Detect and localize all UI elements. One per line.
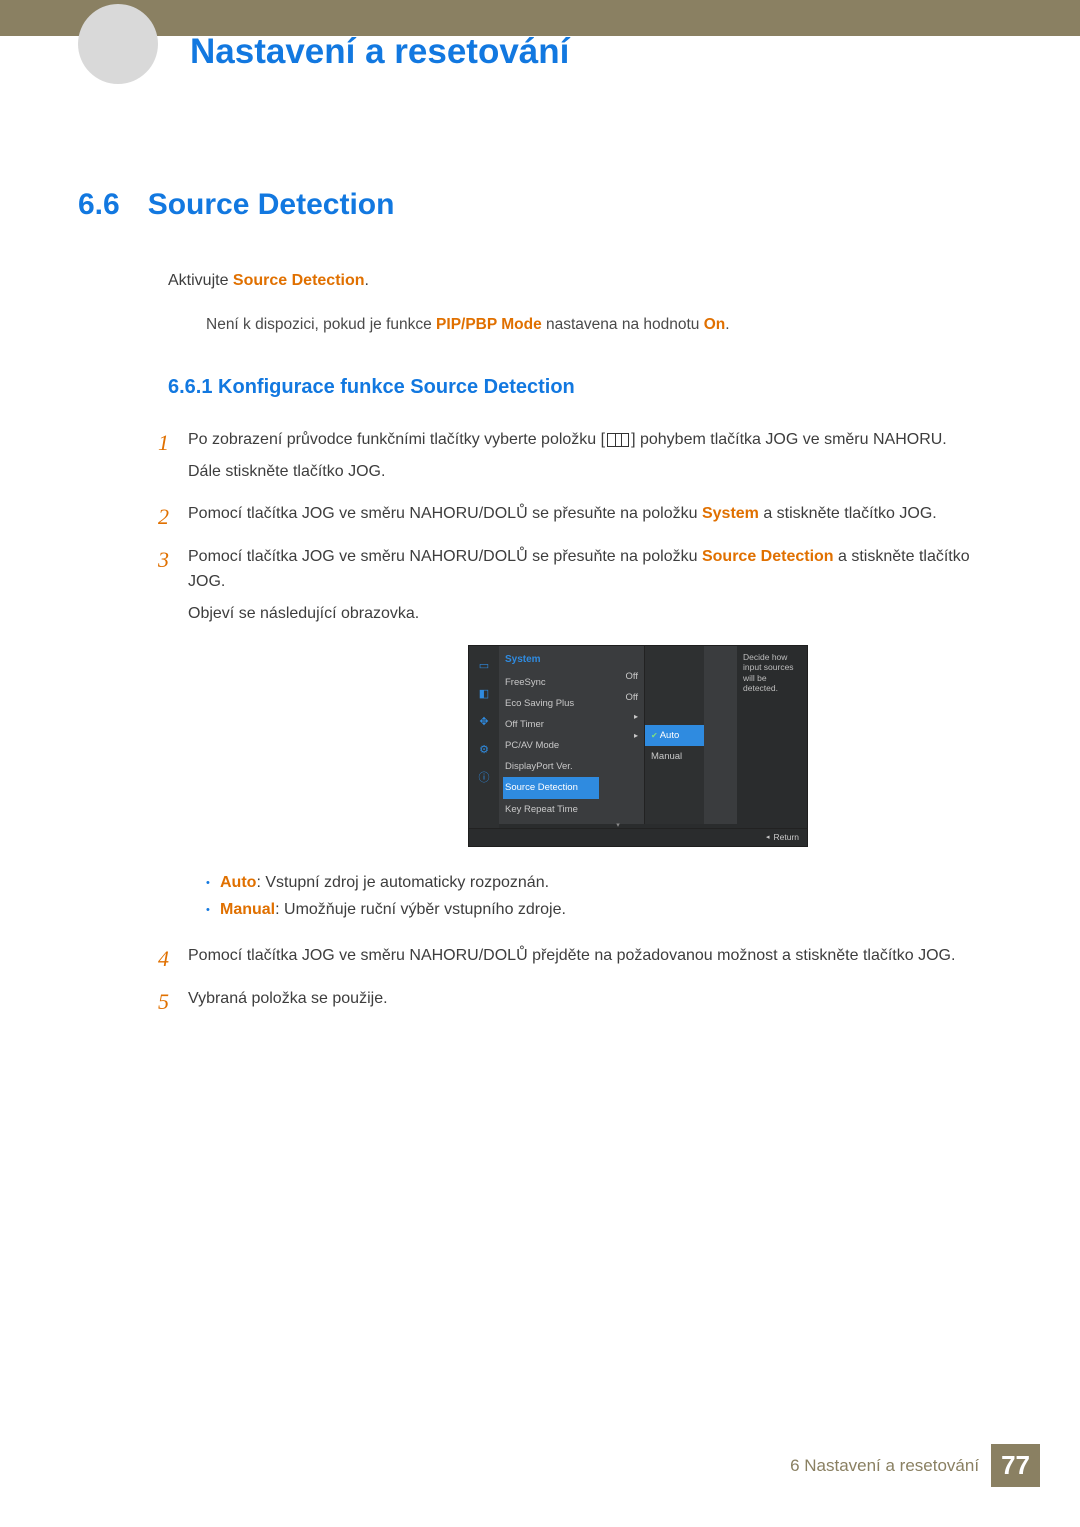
osd-val-freesync: Off [599, 666, 638, 687]
step4-text: Pomocí tlačítka JOG ve směru NAHORU/DOLŮ… [188, 943, 998, 969]
step2-hl: System [702, 505, 759, 522]
step-5: 5 Vybraná položka se použije. [158, 984, 998, 1019]
subsection-heading: 6.6.1 Konfigurace funkce Source Detectio… [168, 376, 998, 399]
caret-icon: ▸ [599, 708, 638, 727]
osd-main: ▭ ◧ ✥ ⚙ ⓘ System FreeSync Eco Sa [469, 646, 807, 828]
chapter-title: Nastavení a resetování [190, 32, 569, 72]
step-4: 4 Pomocí tlačítka JOG ve směru NAHORU/DO… [158, 941, 998, 976]
bullet-auto: Auto: Vstupní zdroj je automaticky rozpo… [206, 869, 998, 896]
note-mid: nastavena na hodnotu [542, 316, 704, 333]
bullet-auto-hl: Auto [220, 874, 256, 891]
step1-a-pre: Po zobrazení průvodce funkčními tlačítky… [188, 431, 605, 448]
osd-row-keyrepeat: Key Repeat Time [505, 802, 578, 817]
step3-hl: Source Detection [702, 548, 834, 565]
submenu-auto-label: Auto [660, 730, 680, 741]
osd-submenu: ✔Auto Manual [644, 646, 704, 824]
step-number: 3 [158, 542, 188, 933]
bullet-auto-txt: : Vstupní zdroj je automaticky rozpoznán… [256, 874, 549, 891]
step-number: 4 [158, 941, 188, 976]
check-icon: ✔ [651, 731, 658, 740]
menu-icon [607, 433, 629, 447]
submenu-manual: Manual [645, 746, 704, 767]
osd-row-offtimer: Off Timer [505, 717, 544, 732]
back-icon: ◂ [766, 832, 770, 843]
intro-highlight: Source Detection [233, 272, 365, 289]
step-2: 2 Pomocí tlačítka JOG ve směru NAHORU/DO… [158, 499, 998, 534]
note-hl2: On [704, 316, 726, 333]
step-number: 2 [158, 499, 188, 534]
osd-center: System FreeSync Eco Saving Plus Off Time… [499, 646, 737, 828]
step1-a-post: ] pohybem tlačítka JOG ve směru NAHORU. [631, 431, 947, 448]
bullet-manual-hl: Manual [220, 901, 275, 918]
chapter-badge [78, 4, 158, 84]
section-heading: 6.6 Source Detection [78, 188, 998, 222]
display-icon: ✥ [476, 716, 492, 730]
osd-row-eco: Eco Saving Plus [505, 696, 574, 711]
step3-b: Objeví se následující obrazovka. [188, 601, 998, 627]
osd-screenshot: ▭ ◧ ✥ ⚙ ⓘ System FreeSync Eco Sa [278, 645, 998, 847]
step-3: 3 Pomocí tlačítka JOG ve směru NAHORU/DO… [158, 542, 998, 933]
osd-values-col: Off Off ▸ ▸ [599, 646, 644, 824]
step-number: 5 [158, 984, 188, 1019]
page-number: 77 [991, 1444, 1040, 1487]
step3-pre: Pomocí tlačítka JOG ve směru NAHORU/DOLŮ… [188, 548, 702, 565]
step-body: Pomocí tlačítka JOG ve směru NAHORU/DOLŮ… [188, 941, 998, 976]
osd-menu: ▭ ◧ ✥ ⚙ ⓘ System FreeSync Eco Sa [468, 645, 808, 847]
note-hl1: PIP/PBP Mode [436, 316, 542, 333]
step1-b: Dále stiskněte tlačítko JOG. [188, 459, 998, 485]
osd-sidebar: ▭ ◧ ✥ ⚙ ⓘ [469, 646, 499, 828]
intro-prefix: Aktivujte [168, 272, 233, 289]
osd-hint: Decide how input sources will be detecte… [737, 646, 807, 828]
page-content: 6.6 Source Detection Aktivujte Source De… [78, 188, 998, 1028]
note-suffix: . [725, 316, 729, 333]
osd-footer: ◂ Return [469, 828, 807, 846]
osd-val-eco: Off [599, 687, 638, 708]
bullet-manual-txt: : Umožňuje ruční výběr vstupního zdroje. [275, 901, 566, 918]
bullet-manual: Manual: Umožňuje ruční výběr vstupního z… [206, 896, 998, 923]
note-prefix: Není k dispozici, pokud je funkce [206, 316, 436, 333]
system-icon: ⚙ [476, 744, 492, 758]
info-icon: ⓘ [476, 772, 492, 786]
top-bar [0, 0, 1080, 36]
step-1: 1 Po zobrazení průvodce funkčními tlačít… [158, 425, 998, 490]
step-body: Pomocí tlačítka JOG ve směru NAHORU/DOLŮ… [188, 499, 998, 534]
step2-pre: Pomocí tlačítka JOG ve směru NAHORU/DOLŮ… [188, 505, 702, 522]
step-number: 1 [158, 425, 188, 490]
osd-row-freesync: FreeSync [505, 675, 546, 690]
step-body: Po zobrazení průvodce funkčními tlačítky… [188, 425, 998, 490]
intro-line: Aktivujte Source Detection. [168, 270, 998, 292]
osd-row-dp: DisplayPort Ver. [505, 759, 573, 774]
footer-label: 6 Nastavení a resetování [790, 1456, 979, 1476]
section-title: Source Detection [148, 188, 395, 222]
step2-post: a stiskněte tlačítko JOG. [759, 505, 937, 522]
osd-row-pcav: PC/AV Mode [505, 738, 559, 753]
submenu-auto: ✔Auto [645, 725, 704, 746]
osd-labels-col: System FreeSync Eco Saving Plus Off Time… [499, 646, 599, 824]
option-bullets: Auto: Vstupní zdroj je automaticky rozpo… [206, 869, 998, 923]
caret-icon: ▸ [599, 727, 638, 746]
osd-row-source: Source Detection [505, 780, 578, 795]
step-body: Pomocí tlačítka JOG ve směru NAHORU/DOLŮ… [188, 542, 998, 933]
availability-note: Není k dispozici, pokud je funkce PIP/PB… [206, 316, 998, 334]
osd-return-label: Return [773, 831, 799, 845]
osd-category: System [505, 650, 599, 672]
step5-text: Vybraná položka se použije. [188, 986, 998, 1012]
pip-icon: ◧ [476, 688, 492, 702]
intro-suffix: . [365, 272, 369, 289]
picture-icon: ▭ [476, 660, 492, 674]
step-body: Vybraná položka se použije. [188, 984, 998, 1019]
section-number: 6.6 [78, 188, 120, 222]
page-footer: 6 Nastavení a resetování 77 [790, 1444, 1040, 1487]
